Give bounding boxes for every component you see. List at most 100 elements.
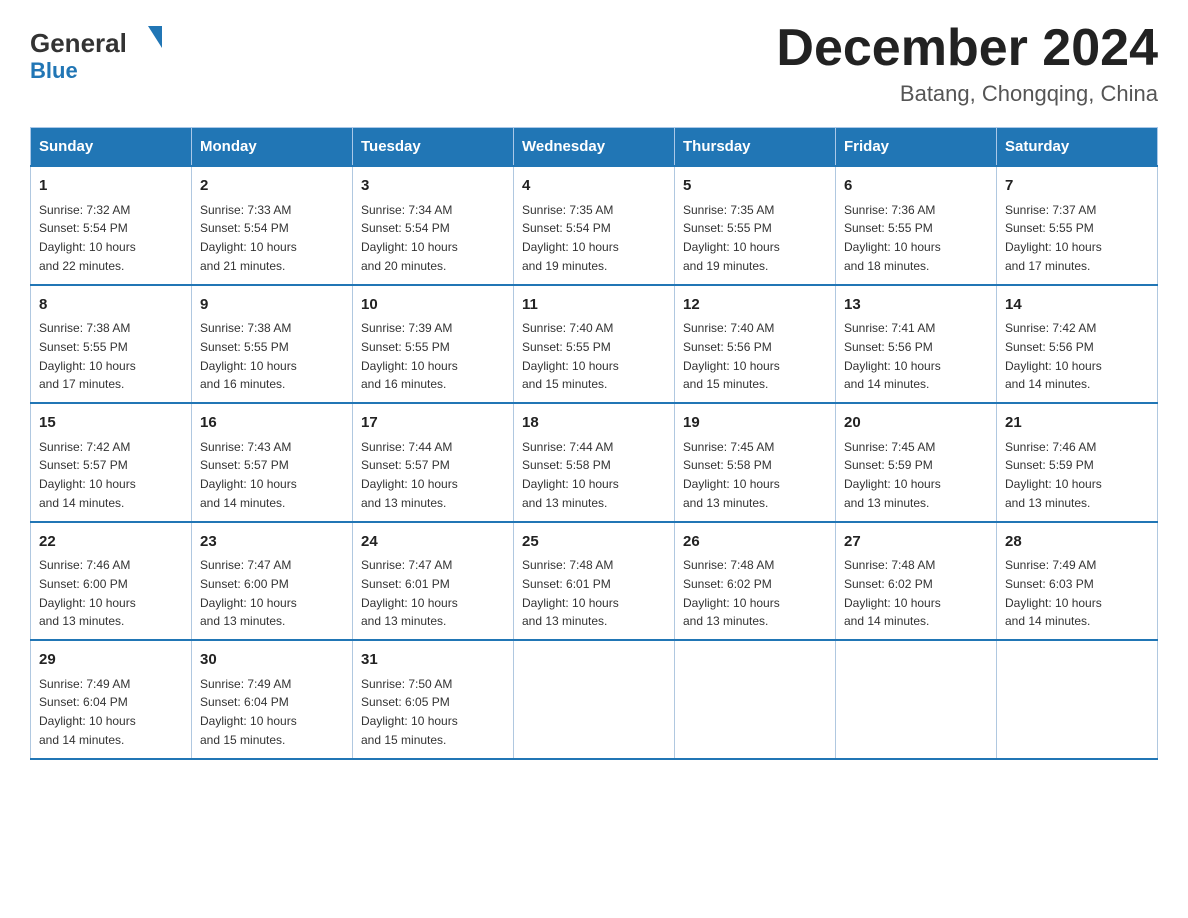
page-header: General Blue December 2024 Batang, Chong… — [30, 20, 1158, 107]
day-number: 22 — [39, 531, 183, 554]
day-number: 9 — [200, 294, 344, 317]
calendar-title: December 2024 — [776, 20, 1158, 77]
day-number: 21 — [1005, 412, 1149, 435]
day-info: Sunrise: 7:38 AMSunset: 5:55 PMDaylight:… — [39, 321, 136, 391]
day-number: 3 — [361, 175, 505, 198]
col-wednesday: Wednesday — [514, 128, 675, 167]
calendar-subtitle: Batang, Chongqing, China — [776, 81, 1158, 107]
day-info: Sunrise: 7:34 AMSunset: 5:54 PMDaylight:… — [361, 203, 458, 273]
day-info: Sunrise: 7:33 AMSunset: 5:54 PMDaylight:… — [200, 203, 297, 273]
calendar-cell: 13 Sunrise: 7:41 AMSunset: 5:56 PMDaylig… — [836, 285, 997, 404]
day-number: 24 — [361, 531, 505, 554]
calendar-cell: 11 Sunrise: 7:40 AMSunset: 5:55 PMDaylig… — [514, 285, 675, 404]
calendar-cell — [514, 640, 675, 759]
calendar-cell: 18 Sunrise: 7:44 AMSunset: 5:58 PMDaylig… — [514, 403, 675, 522]
day-info: Sunrise: 7:38 AMSunset: 5:55 PMDaylight:… — [200, 321, 297, 391]
day-number: 31 — [361, 649, 505, 672]
day-number: 13 — [844, 294, 988, 317]
day-info: Sunrise: 7:44 AMSunset: 5:57 PMDaylight:… — [361, 440, 458, 510]
day-number: 6 — [844, 175, 988, 198]
calendar-week-2: 8 Sunrise: 7:38 AMSunset: 5:55 PMDayligh… — [31, 285, 1158, 404]
calendar-cell: 15 Sunrise: 7:42 AMSunset: 5:57 PMDaylig… — [31, 403, 192, 522]
day-info: Sunrise: 7:48 AMSunset: 6:01 PMDaylight:… — [522, 558, 619, 628]
day-number: 30 — [200, 649, 344, 672]
day-info: Sunrise: 7:42 AMSunset: 5:56 PMDaylight:… — [1005, 321, 1102, 391]
calendar-week-5: 29 Sunrise: 7:49 AMSunset: 6:04 PMDaylig… — [31, 640, 1158, 759]
calendar-cell: 28 Sunrise: 7:49 AMSunset: 6:03 PMDaylig… — [997, 522, 1158, 641]
col-tuesday: Tuesday — [353, 128, 514, 167]
day-number: 20 — [844, 412, 988, 435]
calendar-cell: 24 Sunrise: 7:47 AMSunset: 6:01 PMDaylig… — [353, 522, 514, 641]
day-info: Sunrise: 7:42 AMSunset: 5:57 PMDaylight:… — [39, 440, 136, 510]
day-info: Sunrise: 7:48 AMSunset: 6:02 PMDaylight:… — [683, 558, 780, 628]
calendar-cell: 31 Sunrise: 7:50 AMSunset: 6:05 PMDaylig… — [353, 640, 514, 759]
day-number: 7 — [1005, 175, 1149, 198]
day-number: 10 — [361, 294, 505, 317]
calendar-header-row: Sunday Monday Tuesday Wednesday Thursday… — [31, 128, 1158, 167]
calendar-cell: 16 Sunrise: 7:43 AMSunset: 5:57 PMDaylig… — [192, 403, 353, 522]
col-thursday: Thursday — [675, 128, 836, 167]
day-number: 1 — [39, 175, 183, 198]
day-info: Sunrise: 7:35 AMSunset: 5:55 PMDaylight:… — [683, 203, 780, 273]
col-monday: Monday — [192, 128, 353, 167]
calendar-cell: 22 Sunrise: 7:46 AMSunset: 6:00 PMDaylig… — [31, 522, 192, 641]
day-number: 23 — [200, 531, 344, 554]
calendar-cell: 7 Sunrise: 7:37 AMSunset: 5:55 PMDayligh… — [997, 166, 1158, 285]
day-number: 14 — [1005, 294, 1149, 317]
calendar-cell: 19 Sunrise: 7:45 AMSunset: 5:58 PMDaylig… — [675, 403, 836, 522]
calendar-cell: 27 Sunrise: 7:48 AMSunset: 6:02 PMDaylig… — [836, 522, 997, 641]
logo-svg: General Blue — [30, 20, 170, 85]
day-info: Sunrise: 7:47 AMSunset: 6:00 PMDaylight:… — [200, 558, 297, 628]
calendar-table: Sunday Monday Tuesday Wednesday Thursday… — [30, 127, 1158, 760]
col-sunday: Sunday — [31, 128, 192, 167]
day-info: Sunrise: 7:36 AMSunset: 5:55 PMDaylight:… — [844, 203, 941, 273]
calendar-cell: 21 Sunrise: 7:46 AMSunset: 5:59 PMDaylig… — [997, 403, 1158, 522]
calendar-cell: 3 Sunrise: 7:34 AMSunset: 5:54 PMDayligh… — [353, 166, 514, 285]
day-info: Sunrise: 7:32 AMSunset: 5:54 PMDaylight:… — [39, 203, 136, 273]
day-number: 2 — [200, 175, 344, 198]
calendar-cell: 26 Sunrise: 7:48 AMSunset: 6:02 PMDaylig… — [675, 522, 836, 641]
day-number: 16 — [200, 412, 344, 435]
day-number: 11 — [522, 294, 666, 317]
calendar-cell: 4 Sunrise: 7:35 AMSunset: 5:54 PMDayligh… — [514, 166, 675, 285]
calendar-cell: 6 Sunrise: 7:36 AMSunset: 5:55 PMDayligh… — [836, 166, 997, 285]
calendar-cell: 20 Sunrise: 7:45 AMSunset: 5:59 PMDaylig… — [836, 403, 997, 522]
calendar-cell: 25 Sunrise: 7:48 AMSunset: 6:01 PMDaylig… — [514, 522, 675, 641]
day-info: Sunrise: 7:40 AMSunset: 5:55 PMDaylight:… — [522, 321, 619, 391]
day-number: 29 — [39, 649, 183, 672]
day-number: 19 — [683, 412, 827, 435]
calendar-cell: 29 Sunrise: 7:49 AMSunset: 6:04 PMDaylig… — [31, 640, 192, 759]
col-friday: Friday — [836, 128, 997, 167]
calendar-cell: 2 Sunrise: 7:33 AMSunset: 5:54 PMDayligh… — [192, 166, 353, 285]
svg-text:Blue: Blue — [30, 58, 78, 83]
logo: General Blue — [30, 20, 170, 85]
day-info: Sunrise: 7:45 AMSunset: 5:58 PMDaylight:… — [683, 440, 780, 510]
calendar-week-3: 15 Sunrise: 7:42 AMSunset: 5:57 PMDaylig… — [31, 403, 1158, 522]
calendar-week-1: 1 Sunrise: 7:32 AMSunset: 5:54 PMDayligh… — [31, 166, 1158, 285]
day-info: Sunrise: 7:40 AMSunset: 5:56 PMDaylight:… — [683, 321, 780, 391]
day-number: 26 — [683, 531, 827, 554]
day-number: 4 — [522, 175, 666, 198]
calendar-cell: 5 Sunrise: 7:35 AMSunset: 5:55 PMDayligh… — [675, 166, 836, 285]
day-number: 12 — [683, 294, 827, 317]
calendar-cell: 30 Sunrise: 7:49 AMSunset: 6:04 PMDaylig… — [192, 640, 353, 759]
calendar-cell: 14 Sunrise: 7:42 AMSunset: 5:56 PMDaylig… — [997, 285, 1158, 404]
calendar-cell: 9 Sunrise: 7:38 AMSunset: 5:55 PMDayligh… — [192, 285, 353, 404]
calendar-cell: 23 Sunrise: 7:47 AMSunset: 6:00 PMDaylig… — [192, 522, 353, 641]
day-info: Sunrise: 7:39 AMSunset: 5:55 PMDaylight:… — [361, 321, 458, 391]
day-number: 28 — [1005, 531, 1149, 554]
calendar-cell: 1 Sunrise: 7:32 AMSunset: 5:54 PMDayligh… — [31, 166, 192, 285]
day-info: Sunrise: 7:41 AMSunset: 5:56 PMDaylight:… — [844, 321, 941, 391]
day-number: 5 — [683, 175, 827, 198]
day-info: Sunrise: 7:49 AMSunset: 6:04 PMDaylight:… — [39, 677, 136, 747]
calendar-cell: 17 Sunrise: 7:44 AMSunset: 5:57 PMDaylig… — [353, 403, 514, 522]
col-saturday: Saturday — [997, 128, 1158, 167]
day-info: Sunrise: 7:49 AMSunset: 6:04 PMDaylight:… — [200, 677, 297, 747]
title-block: December 2024 Batang, Chongqing, China — [776, 20, 1158, 107]
day-info: Sunrise: 7:44 AMSunset: 5:58 PMDaylight:… — [522, 440, 619, 510]
day-info: Sunrise: 7:48 AMSunset: 6:02 PMDaylight:… — [844, 558, 941, 628]
day-number: 8 — [39, 294, 183, 317]
day-number: 27 — [844, 531, 988, 554]
day-number: 15 — [39, 412, 183, 435]
day-info: Sunrise: 7:47 AMSunset: 6:01 PMDaylight:… — [361, 558, 458, 628]
